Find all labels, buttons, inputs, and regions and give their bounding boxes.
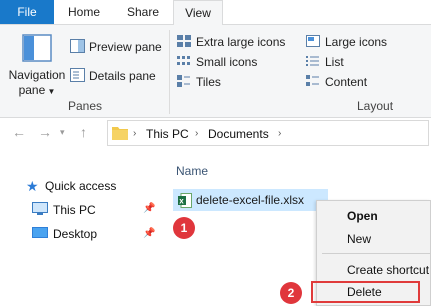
- small-icons-option[interactable]: Small icons: [196, 55, 257, 69]
- breadcrumb-this-pc[interactable]: This PC: [146, 127, 189, 141]
- step-2-badge: 2: [280, 282, 302, 304]
- details-pane-icon: [70, 68, 85, 85]
- recent-locations-icon[interactable]: ▾: [60, 127, 65, 138]
- tab-home[interactable]: Home: [58, 0, 110, 24]
- desktop-icon: [32, 227, 48, 243]
- folder-icon: [112, 125, 128, 143]
- details-pane-button[interactable]: Details pane: [89, 69, 156, 83]
- tiles-option[interactable]: Tiles: [196, 75, 221, 89]
- breadcrumb-documents[interactable]: Documents: [208, 127, 269, 141]
- navigation-pane-label-2: pane: [18, 83, 46, 97]
- menu-separator: [322, 253, 431, 254]
- navigation-pane-label-1: Navigation: [8, 68, 66, 82]
- extra-large-icons-option[interactable]: Extra large icons: [196, 35, 285, 49]
- step-1-badge: 1: [173, 217, 195, 239]
- navigation-pane-button[interactable]: Navigation pane ▼: [8, 68, 66, 97]
- svg-text:x: x: [179, 197, 184, 206]
- list-icon: [306, 55, 320, 70]
- extra-large-icons-icon: [177, 35, 191, 50]
- star-icon: ★: [26, 178, 39, 194]
- preview-pane-icon: [70, 39, 85, 56]
- tab-file[interactable]: File: [0, 0, 54, 24]
- chevron-right-icon: ›: [195, 128, 199, 139]
- content-option[interactable]: Content: [325, 75, 367, 89]
- nav-quick-access[interactable]: Quick access: [45, 179, 116, 193]
- excel-file-icon: x: [178, 193, 192, 211]
- pin-icon[interactable]: 📌: [143, 203, 155, 214]
- menu-item-open[interactable]: Open: [347, 209, 378, 223]
- pin-icon[interactable]: 📌: [143, 228, 155, 239]
- panes-group-label: Panes: [68, 99, 103, 113]
- large-icons-option[interactable]: Large icons: [325, 35, 387, 49]
- menu-item-create-shortcut[interactable]: Create shortcut: [347, 263, 429, 277]
- file-name: delete-excel-file.xlsx: [196, 193, 305, 207]
- up-arrow-icon[interactable]: ↑: [80, 124, 87, 140]
- forward-arrow-icon[interactable]: →: [38, 124, 52, 140]
- small-icons-icon: [177, 55, 191, 70]
- layout-group-label: Layout: [357, 99, 394, 113]
- tiles-icon: [177, 75, 191, 90]
- nav-this-pc[interactable]: This PC: [53, 203, 96, 217]
- large-icons-icon: [306, 35, 320, 50]
- content-icon: [306, 75, 320, 90]
- dropdown-arrow-icon: ▼: [45, 87, 56, 96]
- navigation-pane-icon: [22, 34, 52, 65]
- chevron-right-icon: ›: [278, 128, 282, 139]
- delete-highlight-box: [311, 281, 420, 303]
- tab-view[interactable]: View: [173, 0, 223, 25]
- computer-icon: [32, 202, 48, 219]
- column-header-name[interactable]: Name: [176, 164, 208, 178]
- back-arrow-icon[interactable]: ←: [12, 124, 26, 140]
- ribbon-separator: [169, 30, 170, 114]
- tab-share[interactable]: Share: [116, 0, 170, 24]
- menu-item-new[interactable]: New: [347, 232, 371, 246]
- list-option[interactable]: List: [325, 55, 344, 69]
- preview-pane-button[interactable]: Preview pane: [89, 40, 162, 54]
- nav-desktop[interactable]: Desktop: [53, 227, 97, 241]
- chevron-right-icon: ›: [133, 128, 137, 139]
